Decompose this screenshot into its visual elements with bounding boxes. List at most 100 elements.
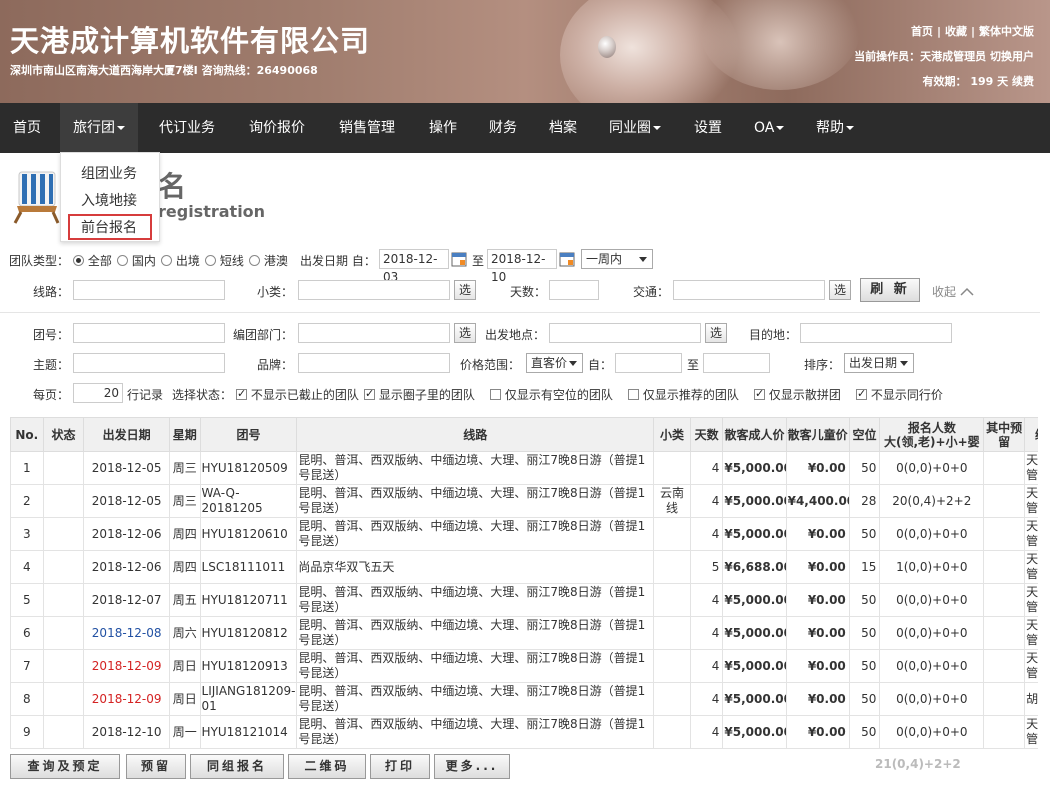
cell-route: 昆明、普洱、西双版纳、中缅边境、大理、丽江7晚8日游（普提1号昆送） [296,682,655,716]
link-favorite[interactable]: 收藏 [945,25,967,38]
refresh-button[interactable]: 刷 新 [860,278,920,302]
cell-vacancy: 50 [848,715,881,749]
col-vacancy[interactable]: 空位 [848,417,881,452]
col-status[interactable]: 状态 [42,417,85,452]
date-from-input[interactable]: 2018-12-03 [379,249,449,284]
radio-hk-macao[interactable]: 港澳 [249,252,288,269]
table-row[interactable]: 1 2018-12-05 周三 HYU18120509 昆明、普洱、西双版纳、中缅边境、… [10,451,1038,485]
table-row[interactable]: 4 2018-12-06 周四 LSC18111011 尚品京华双飞五天 5 ¥6,688.… [10,550,1038,584]
nav-inquiry-quote[interactable]: 询价报价 [249,103,305,153]
team-no-input[interactable] [73,323,225,343]
cell-no: 6 [10,616,44,650]
subcategory-select-button[interactable]: 选 [454,280,476,300]
current-operator[interactable]: 当前操作员：天港成管理员 切换用户 [854,48,1034,64]
nav-finance[interactable]: 财务 [489,103,517,153]
dropdown-item-inbound[interactable]: 入境地接 [81,190,137,210]
date-to-input[interactable]: 2018-12-10 [487,249,557,284]
price-max-input[interactable] [703,353,770,373]
nav-help[interactable]: 帮助 [816,103,854,153]
team-no-label: 团号： [33,328,70,342]
nav-home[interactable]: 首页 [13,103,41,153]
price-type-select[interactable]: 直客价 [526,353,583,373]
radio-outbound[interactable]: 出境 [161,252,200,269]
group-register-button[interactable]: 同组报名 [190,754,284,779]
cell-days: 4 [689,583,724,617]
col-subcategory[interactable]: 小类 [653,417,691,452]
price-min-input[interactable] [615,353,682,373]
link-traditional-chinese[interactable]: 繁体中文版 [979,25,1034,38]
depart-place-input[interactable] [549,323,701,343]
nav-archive[interactable]: 档案 [549,103,577,153]
table-row[interactable]: 7 2018-12-09 周日 HYU18120913 昆明、普洱、西双版纳、中缅边境、… [10,649,1038,683]
collapse-toggle[interactable]: 收起 [932,283,974,300]
tour-group-dropdown: 组团业务 入境地接 前台报名 [60,152,160,242]
col-days[interactable]: 天数 [689,417,724,452]
dropdown-item-group-business[interactable]: 组团业务 [81,163,137,183]
subcategory-input[interactable] [298,280,450,300]
nav-operation[interactable]: 操作 [429,103,457,153]
col-route[interactable]: 线路 [296,417,655,452]
cell-signed: 20(0,4)+2+2 [879,484,985,518]
dept-select-button[interactable]: 选 [454,323,476,343]
check-only-joint[interactable]: 仅显示散拼团 [754,386,841,403]
brand-input[interactable] [298,353,450,373]
depart-place-select-button[interactable]: 选 [705,323,727,343]
more-button[interactable]: 更多... [434,754,510,779]
col-team-no[interactable]: 团号 [199,417,298,452]
dept-input[interactable] [298,323,450,343]
days-input[interactable] [549,280,599,300]
col-no[interactable]: No. [10,417,44,452]
col-reserved[interactable]: 其中预留 [983,417,1026,452]
print-button[interactable]: 打印 [370,754,430,779]
calendar-icon[interactable] [559,251,575,267]
cell-no: 8 [10,682,44,716]
table-row[interactable]: 3 2018-12-06 周四 HYU18120610 昆明、普洱、西双版纳、中缅边境、… [10,517,1038,551]
col-child-price[interactable]: 散客儿童价 [785,417,850,452]
validity-info[interactable]: 有效期： 199 天 续费 [923,73,1034,89]
cell-team-no: HYU18120913 [199,649,298,683]
transport-select-button[interactable]: 选 [829,280,851,300]
destination-input[interactable] [800,323,952,343]
cell-sub [653,583,691,617]
col-depart-date[interactable]: 出发日期 [83,417,170,452]
link-home[interactable]: 首页 [911,25,933,38]
nav-peer-circle[interactable]: 同业圈 [609,103,661,153]
route-input[interactable] [73,280,225,300]
theme-input[interactable] [73,353,225,373]
check-only-recommended[interactable]: 仅显示推荐的团队 [628,386,739,403]
period-select[interactable]: 一周内 [581,249,653,269]
check-only-vacancy[interactable]: 仅显示有空位的团队 [490,386,613,403]
check-show-circle[interactable]: 显示圈子里的团队 [364,386,475,403]
check-hide-peer-price[interactable]: 不显示同行价 [856,386,943,403]
transport-input[interactable] [673,280,825,300]
nav-tour-group[interactable]: 旅行团 [60,103,138,153]
cell-team-no: HYU18120711 [199,583,298,617]
nav-settings[interactable]: 设置 [694,103,722,153]
col-signed-count[interactable]: 报名人数 大(领,老)+小+婴 [879,417,985,452]
radio-short[interactable]: 短线 [205,252,244,269]
table-row[interactable]: 6 2018-12-08 周六 HYU18120812 昆明、普洱、西双版纳、中缅边境、… [10,616,1038,650]
table-row[interactable]: 5 2018-12-07 周五 HYU18120711 昆明、普洱、西双版纳、中缅边境、… [10,583,1038,617]
route-label: 线路： [33,285,70,299]
nav-sales[interactable]: 销售管理 [339,103,395,153]
radio-icon [205,255,216,266]
nav-booking-services[interactable]: 代订业务 [159,103,215,153]
radio-all[interactable]: 全部 [73,252,112,269]
query-book-button[interactable]: 查询及预定 [10,754,120,779]
table-row[interactable]: 2 2018-12-05 周三 WA-Q-20181205 昆明、普洱、西双版纳、中缅边… [10,484,1038,518]
nav-oa[interactable]: OA [754,103,785,153]
cell-date: 2018-12-09 [83,682,170,716]
sort-select[interactable]: 出发日期 [844,353,914,373]
radio-domestic[interactable]: 国内 [117,252,156,269]
calendar-icon[interactable] [451,251,467,267]
check-hide-closed[interactable]: 不显示已截止的团队 [236,386,359,403]
reserve-button[interactable]: 预留 [126,754,186,779]
table-row[interactable]: 9 2018-12-10 周一 HYU18121014 昆明、普洱、西双版纳、中缅边境、… [10,715,1038,749]
col-adult-price[interactable]: 散客成人价 [722,417,787,452]
water-drop-decoration [598,36,616,58]
qrcode-button[interactable]: 二维码 [288,754,366,779]
table-row[interactable]: 8 2018-12-09 周日 LIJIANG181209-01 昆明、普洱、西双版纳、… [10,682,1038,716]
col-editor[interactable]: 编制 [1024,417,1038,452]
per-page-input[interactable]: 20 [73,383,123,403]
col-weekday[interactable]: 星期 [168,417,201,452]
